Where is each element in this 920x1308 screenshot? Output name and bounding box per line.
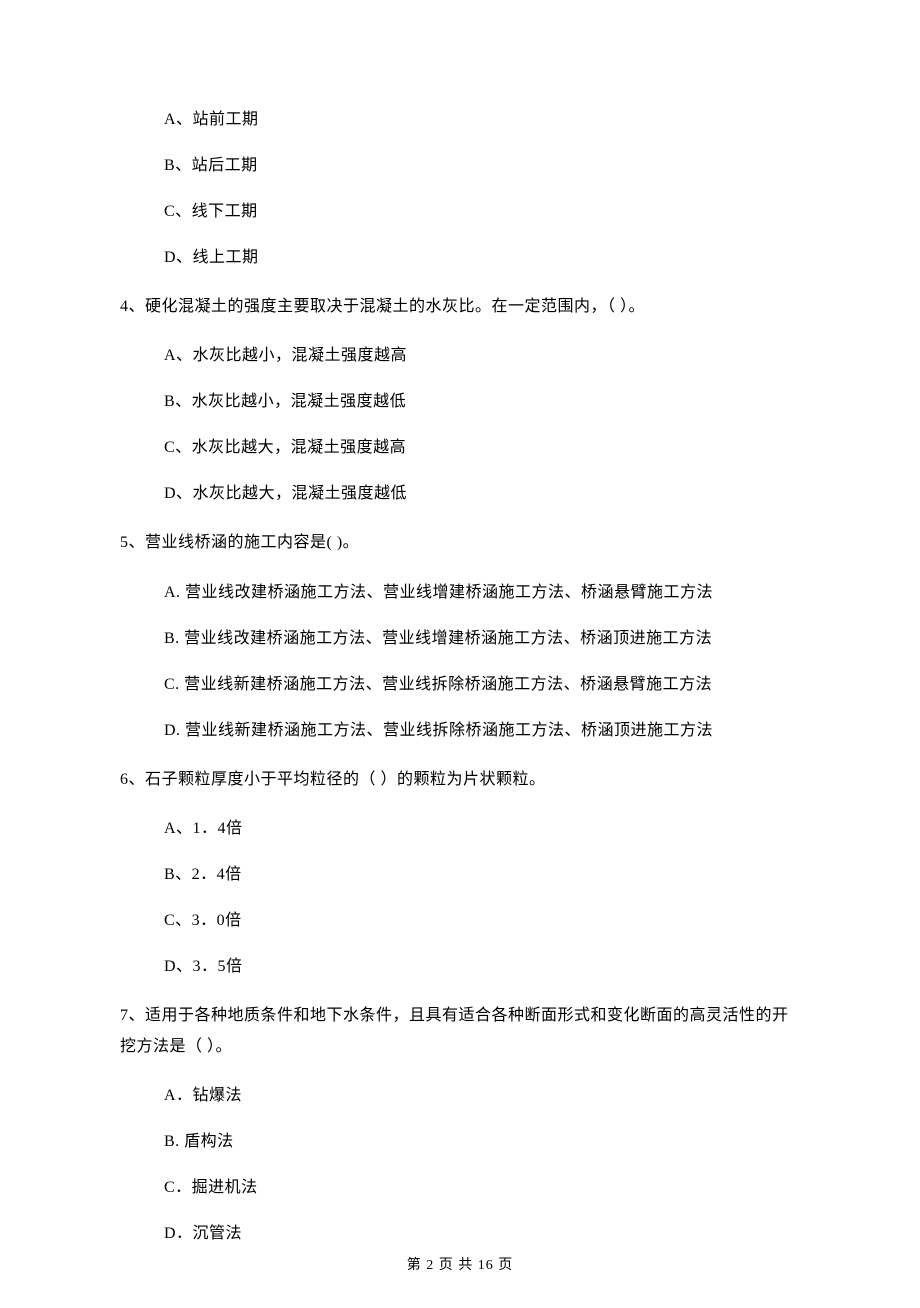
q6-option-c: C、3．0倍 [164,909,800,933]
q4-option-d: D、水灰比越大，混凝土强度越低 [164,482,800,506]
q5-option-c: C. 营业线新建桥涵施工方法、营业线拆除桥涵施工方法、桥涵悬臂施工方法 [164,673,800,697]
q7-option-a: A．钻爆法 [164,1084,800,1108]
q5-option-b: B. 营业线改建桥涵施工方法、营业线增建桥涵施工方法、桥涵顶进施工方法 [164,627,800,651]
q6-option-b: B、2．4倍 [164,863,800,887]
page-footer: 第 2 页 共 16 页 [0,1254,920,1274]
q4-stem: 4、硬化混凝土的强度主要取决于混凝土的水灰比。在一定范围内，（ ）。 [120,292,800,322]
q7-option-d: D．沉管法 [164,1222,800,1246]
q6-option-a: A、1．4倍 [164,817,800,841]
q7-stem: 7、适用于各种地质条件和地下水条件，且具有适合各种断面形式和变化断面的高灵活性的… [120,1001,800,1062]
document-page: A、站前工期 B、站后工期 C、线下工期 D、线上工期 4、硬化混凝土的强度主要… [0,0,920,1308]
q5-stem: 5、营业线桥涵的施工内容是( )。 [120,528,800,558]
q7-option-b: B. 盾构法 [164,1130,800,1154]
q4-option-b: B、水灰比越小，混凝土强度越低 [164,390,800,414]
q3-option-c: C、线下工期 [164,200,800,224]
q3-option-d: D、线上工期 [164,246,800,270]
q4-option-c: C、水灰比越大，混凝土强度越高 [164,436,800,460]
q6-stem: 6、石子颗粒厚度小于平均粒径的（ ）的颗粒为片状颗粒。 [120,765,800,795]
q3-option-a: A、站前工期 [164,108,800,132]
q3-option-b: B、站后工期 [164,154,800,178]
q7-option-c: C．掘进机法 [164,1176,800,1200]
q5-option-a: A. 营业线改建桥涵施工方法、营业线增建桥涵施工方法、桥涵悬臂施工方法 [164,581,800,605]
q6-option-d: D、3．5倍 [164,955,800,979]
q4-option-a: A、水灰比越小，混凝土强度越高 [164,344,800,368]
q5-option-d: D. 营业线新建桥涵施工方法、营业线拆除桥涵施工方法、桥涵顶进施工方法 [164,719,800,743]
